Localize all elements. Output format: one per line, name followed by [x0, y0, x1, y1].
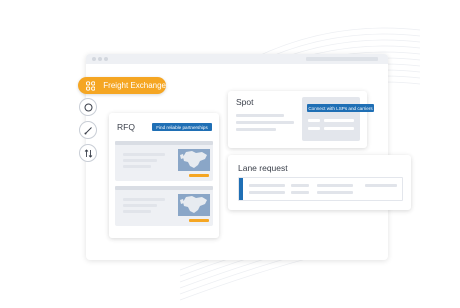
status-chip [189, 219, 209, 222]
find-partnerships-button[interactable]: Find reliable partnerships [152, 123, 212, 131]
placeholder-line [236, 121, 294, 124]
window-address-bar [306, 57, 378, 61]
placeholder-line [123, 153, 165, 156]
swap-tool-button[interactable] [79, 144, 97, 162]
placeholder-line [236, 114, 284, 117]
placeholder-line [123, 165, 151, 168]
circle-icon [84, 103, 92, 111]
placeholder-line [123, 198, 165, 201]
placeholder-line [123, 159, 157, 162]
selected-indicator [239, 178, 243, 200]
placeholder-line [123, 204, 157, 207]
freight-exchange-label: Freight Exchange [103, 81, 166, 90]
placeholder-line [324, 127, 354, 130]
placeholder-line [308, 127, 320, 130]
placeholder-line [249, 184, 285, 187]
pen-icon [84, 126, 92, 134]
lane-request-card[interactable]: Lane request [228, 155, 411, 210]
placeholder-line [365, 184, 397, 187]
connect-lsps-button[interactable]: Connect with LSPs and carriers [307, 104, 374, 112]
placeholder-line [123, 210, 151, 213]
freight-exchange-nav-item[interactable]: Freight Exchange [78, 77, 166, 94]
placeholder-line [317, 184, 353, 187]
window-dot [92, 57, 96, 61]
window-dot [98, 57, 102, 61]
status-chip [189, 174, 209, 177]
europe-map-thumbnail [178, 149, 210, 171]
panel-header-strip [115, 141, 213, 145]
lane-request-title: Lane request [238, 163, 288, 173]
swap-icon [84, 148, 92, 158]
pen-tool-button[interactable] [79, 121, 97, 139]
rfq-listing-panel [115, 186, 213, 226]
circle-tool-button[interactable] [79, 98, 97, 116]
placeholder-line [317, 191, 353, 194]
lane-request-row[interactable] [238, 177, 403, 201]
placeholder-line [236, 128, 276, 131]
panel-header-strip [115, 186, 213, 190]
spot-card-title: Spot [236, 97, 254, 107]
placeholder-line [308, 119, 320, 122]
window-dot [104, 57, 108, 61]
placeholder-line [291, 191, 309, 194]
rfq-card[interactable]: RFQ Find reliable partnerships [109, 113, 219, 238]
placeholder-line [291, 184, 309, 187]
rfq-card-title: RFQ [117, 122, 135, 132]
europe-map-thumbnail [178, 194, 210, 216]
window-titlebar [86, 54, 388, 64]
placeholder-line [324, 119, 354, 122]
grid-icon [86, 80, 96, 91]
placeholder-line [249, 191, 285, 194]
spot-card[interactable]: Spot Connect with LSPs and carriers [228, 91, 374, 148]
rfq-listing-panel [115, 141, 213, 181]
